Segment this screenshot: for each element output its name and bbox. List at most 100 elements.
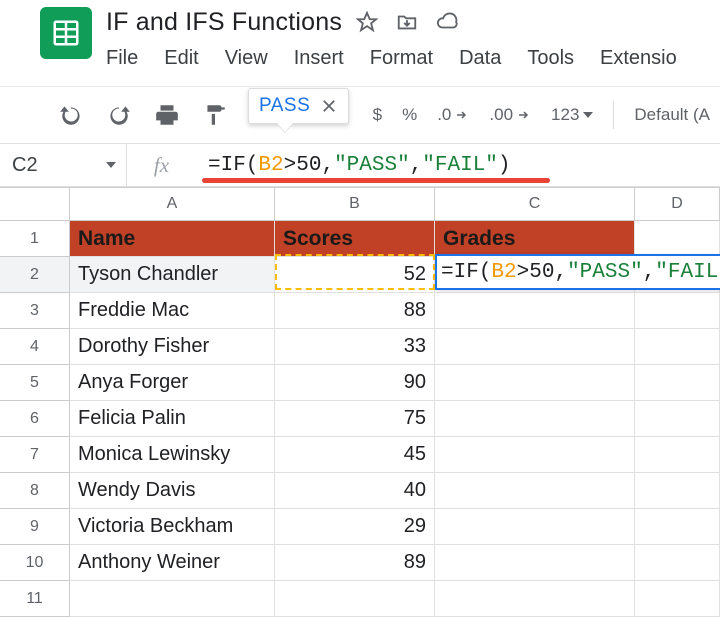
move-to-folder-icon[interactable] [396,11,418,33]
more-formats-dropdown[interactable]: 123 [551,105,593,125]
cell[interactable] [635,293,720,329]
cell[interactable]: 89 [275,545,435,581]
menu-insert[interactable]: Insert [294,47,344,70]
cell[interactable] [435,437,635,473]
percent-format-button[interactable]: % [402,105,417,125]
cell[interactable] [635,581,720,617]
row-header[interactable]: 3 [0,293,70,329]
menu-bar: File Edit View Insert Format Data Tools … [106,47,677,70]
cell[interactable] [275,581,435,617]
decrease-decimal-button[interactable]: .0 [437,105,469,125]
cell[interactable] [435,545,635,581]
cell[interactable]: 33 [275,329,435,365]
menu-view[interactable]: View [225,47,268,70]
cell[interactable]: Victoria Beckham [70,509,275,545]
row-header[interactable]: 7 [0,437,70,473]
cell[interactable]: 45 [275,437,435,473]
menu-tools[interactable]: Tools [527,47,574,70]
cloud-status-icon[interactable] [436,11,458,33]
font-dropdown[interactable]: Default (A [634,105,710,125]
menu-edit[interactable]: Edit [164,47,198,70]
formula-token: "FAIL [655,261,718,284]
cell[interactable]: Grades [435,221,635,257]
cell[interactable]: 88 [275,293,435,329]
spreadsheet-grid[interactable]: A B C D 1 Name Scores Grades 2Tyson Chan… [0,187,720,617]
print-button[interactable] [152,100,182,130]
column-header[interactable]: B [275,188,435,221]
cell[interactable] [435,401,635,437]
cell[interactable]: 52 [275,257,435,293]
redo-button[interactable] [104,100,134,130]
chevron-down-icon [583,112,593,118]
cell[interactable] [635,437,720,473]
column-header[interactable]: C [435,188,635,221]
cell[interactable]: 75 [275,401,435,437]
currency-format-button[interactable]: $ [373,105,382,125]
cell[interactable] [635,473,720,509]
cell[interactable] [635,401,720,437]
cell[interactable]: Wendy Davis [70,473,275,509]
formula-token: , [410,154,423,177]
name-box-value: C2 [12,154,38,177]
cell[interactable] [435,581,635,617]
row-header[interactable]: 4 [0,329,70,365]
formula-token: ( [479,261,492,284]
active-cell-editor[interactable]: =IF(B2>50, "PASS", "FAIL [435,254,720,290]
cell[interactable]: 90 [275,365,435,401]
cell[interactable]: Dorothy Fisher [70,329,275,365]
menu-file[interactable]: File [106,47,138,70]
cell[interactable]: Tyson Chandler [70,257,275,293]
formula-bar[interactable]: =IF(B2>50, "PASS", "FAIL") [196,144,720,186]
cell[interactable] [435,293,635,329]
cell[interactable] [435,473,635,509]
row-header[interactable]: 8 [0,473,70,509]
document-title[interactable]: IF and IFS Functions [106,8,342,37]
row-header[interactable]: 6 [0,401,70,437]
formula-token: B2 [491,261,516,284]
paint-format-button[interactable] [200,100,230,130]
chevron-down-icon [106,162,116,168]
cell[interactable] [635,221,720,257]
cell[interactable] [635,545,720,581]
increase-decimal-button[interactable]: .00 [489,105,531,125]
menu-extensions[interactable]: Extensio [600,47,677,70]
cell[interactable]: Anya Forger [70,365,275,401]
undo-button[interactable] [56,100,86,130]
cell[interactable] [70,581,275,617]
row-header[interactable]: 2 [0,257,70,293]
cell[interactable]: Name [70,221,275,257]
menu-data[interactable]: Data [459,47,501,70]
formula-preview-chip: PASS [248,88,349,124]
formula-preview-value: PASS [259,95,310,117]
name-box[interactable]: C2 [0,144,126,186]
formula-token: =IF [441,261,479,284]
star-icon[interactable] [356,11,378,33]
cell[interactable] [435,365,635,401]
cell[interactable] [435,509,635,545]
sheets-app-icon[interactable] [40,7,92,59]
cell[interactable]: Scores [275,221,435,257]
row-header[interactable]: 10 [0,545,70,581]
close-icon[interactable] [320,97,338,115]
column-header[interactable]: A [70,188,275,221]
cell[interactable] [435,329,635,365]
menu-format[interactable]: Format [370,47,433,70]
cell[interactable] [635,365,720,401]
cell[interactable]: Monica Lewinsky [70,437,275,473]
cell[interactable]: 40 [275,473,435,509]
cell[interactable]: Freddie Mac [70,293,275,329]
row-header[interactable]: 9 [0,509,70,545]
select-all-corner[interactable] [0,188,70,221]
row-header[interactable]: 11 [0,581,70,617]
cell[interactable]: Anthony Weiner [70,545,275,581]
column-header[interactable]: D [635,188,720,221]
cell[interactable]: Felicia Palin [70,401,275,437]
formula-token: "PASS" [567,261,643,284]
cell[interactable]: 29 [275,509,435,545]
row-header[interactable]: 1 [0,221,70,257]
row-header[interactable]: 5 [0,365,70,401]
cell[interactable] [635,329,720,365]
formula-token: >50, [517,261,567,284]
cell[interactable] [635,509,720,545]
formula-token: >50, [284,154,334,177]
